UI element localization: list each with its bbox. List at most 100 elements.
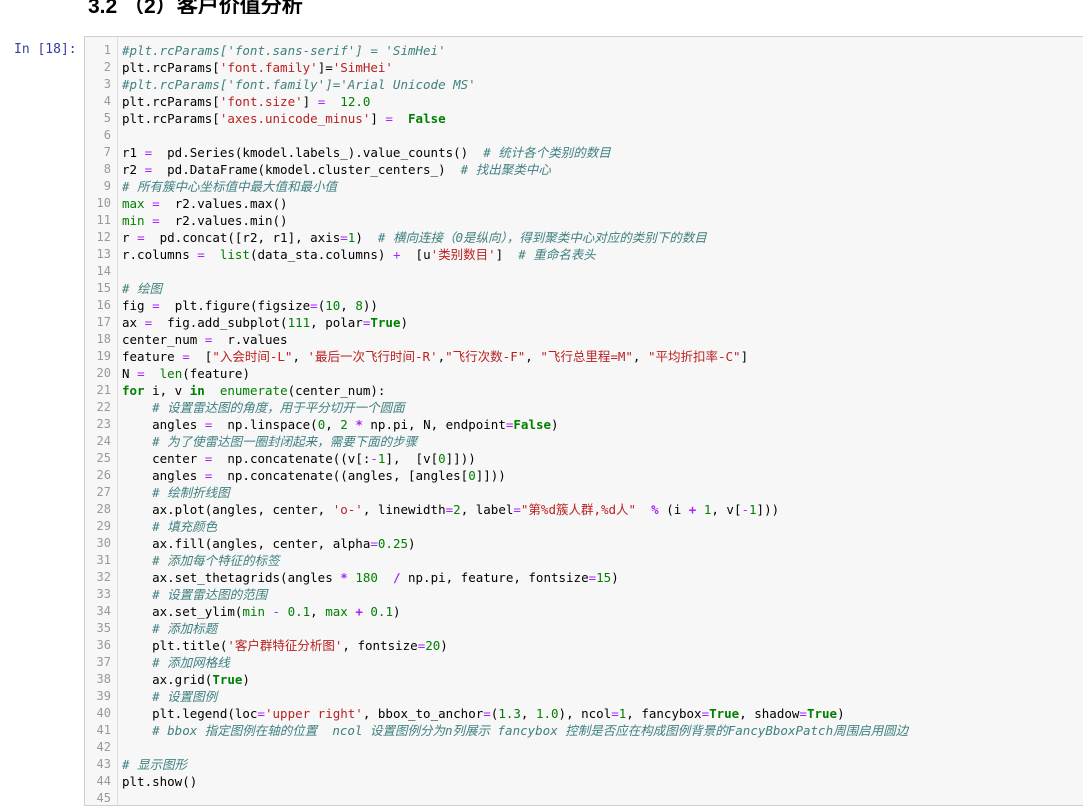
code-token: + — [392, 247, 401, 262]
code-token: 'upper right' — [265, 706, 363, 721]
code-line[interactable]: 39 # 设置图例 — [85, 688, 1083, 705]
code-token: plt.show() — [122, 774, 198, 789]
code-line[interactable]: 26 angles = np.concatenate((angles, [ang… — [85, 467, 1083, 484]
code-line[interactable]: 28 ax.plot(angles, center, 'o-', linewid… — [85, 501, 1083, 518]
line-number: 20 — [96, 366, 111, 380]
code-line[interactable]: 5 plt.rcParams['axes.unicode_minus'] = Fa… — [85, 110, 1083, 127]
code-line[interactable]: 23 angles = np.linspace(0, 2 * np.pi, N,… — [85, 416, 1083, 433]
code-line[interactable]: 13 r.columns = list(data_sta.columns) + [… — [85, 246, 1083, 263]
code-line[interactable]: 27 # 绘制折线图 — [85, 484, 1083, 501]
code-line[interactable]: 41 # bbox 指定图例在轴的位置 ncol 设置图例分为n列展示 fanc… — [85, 722, 1083, 739]
code-token: False — [408, 111, 446, 126]
code-line[interactable]: 34 ax.set_ylim(min - 0.1, max + 0.1) — [85, 603, 1083, 620]
code-line[interactable]: 36 plt.title('客户群特征分析图', fontsize=20) — [85, 637, 1083, 654]
code-token: in — [189, 383, 205, 398]
code-area[interactable]: 1 #plt.rcParams['font.sans-serif'] = 'Sim… — [85, 42, 1083, 805]
line-number: 19 — [96, 349, 111, 363]
code-line[interactable]: 6 — [85, 127, 1083, 144]
code-line[interactable]: 10 max = r2.values.max() — [85, 195, 1083, 212]
code-token: 2 — [453, 502, 461, 517]
code-line[interactable]: 30 ax.fill(angles, center, alpha=0.25) — [85, 535, 1083, 552]
code-token: , — [632, 349, 648, 364]
code-line[interactable]: 14 — [85, 263, 1083, 280]
code-token: ) — [242, 672, 250, 687]
code-token: % — [636, 502, 659, 517]
line-number: 18 — [96, 332, 111, 346]
line-number: 35 — [96, 621, 111, 635]
code-line[interactable]: 11 min = r2.values.min() — [85, 212, 1083, 229]
code-token: = — [137, 366, 145, 381]
code-line[interactable]: 35 # 添加标题 — [85, 620, 1083, 637]
code-token: 0.25 — [377, 536, 408, 551]
code-line[interactable]: 31 # 添加每个特征的标签 — [85, 552, 1083, 569]
code-text: plt.rcParams['font.family']='SimHei' — [122, 59, 393, 76]
line-number: 4 — [103, 94, 111, 108]
line-number: 41 — [96, 723, 111, 737]
code-text: ax.set_thetagrids(angles * 180 / np.pi, … — [122, 569, 619, 586]
code-text: ax.grid(True) — [122, 671, 250, 688]
code-line[interactable]: 25 center = np.concatenate((v[:-1], [v[0… — [85, 450, 1083, 467]
code-token: 'axes.unicode_minus' — [219, 111, 371, 126]
code-token: 'font.size' — [219, 94, 303, 109]
code-token: # 为了使雷达图一圈封闭起来，需要下面的步骤 — [152, 434, 418, 449]
code-token: for — [122, 383, 145, 398]
code-token: ]])) — [445, 451, 476, 466]
code-line[interactable]: 37 # 添加网格线 — [85, 654, 1083, 671]
cell-input-prompt: In [18]: — [14, 42, 77, 57]
code-token: # 添加网格线 — [152, 655, 230, 670]
code-line[interactable]: 40 plt.legend(loc='upper right', bbox_to… — [85, 705, 1083, 722]
code-text: #plt.rcParams['font.sans-serif'] = 'SimH… — [122, 42, 446, 59]
code-line[interactable]: 45 — [85, 790, 1083, 805]
code-token: 111 — [287, 315, 311, 330]
code-line[interactable]: 18 center_num = r.values — [85, 331, 1083, 348]
code-line[interactable]: 4 plt.rcParams['font.size'] = 12.0 — [85, 93, 1083, 110]
code-line[interactable]: 33 # 设置雷达图的范围 — [85, 586, 1083, 603]
code-line[interactable]: 22 # 设置雷达图的角度，用于平分切开一个圆面 — [85, 399, 1083, 416]
code-text: N = len(feature) — [122, 365, 250, 382]
code-line[interactable]: 42 — [85, 739, 1083, 756]
code-token: plt.rcParams[ — [122, 60, 220, 75]
code-line[interactable]: 8 r2 = pd.DataFrame(kmodel.cluster_center… — [85, 161, 1083, 178]
code-line[interactable]: 2 plt.rcParams['font.family']='SimHei' — [85, 59, 1083, 76]
code-line[interactable]: 38 ax.grid(True) — [85, 671, 1083, 688]
code-token: ]])) — [475, 468, 506, 483]
code-line[interactable]: 17 ax = fig.add_subplot(111, polar=True) — [85, 314, 1083, 331]
code-token: ) — [611, 570, 619, 585]
code-cell-editor[interactable]: 1 #plt.rcParams['font.sans-serif'] = 'Sim… — [84, 36, 1083, 806]
code-line[interactable]: 16 fig = plt.figure(figsize=(10, 8)) — [85, 297, 1083, 314]
code-line[interactable]: 19 feature = ["入会时间-L", '最后一次飞行时间-R',"飞行次… — [85, 348, 1083, 365]
code-line[interactable]: 32 ax.set_thetagrids(angles * 180 / np.p… — [85, 569, 1083, 586]
code-line[interactable]: 44 plt.show() — [85, 773, 1083, 790]
code-token: = — [182, 349, 190, 364]
code-token: [u — [400, 247, 431, 262]
line-number: 29 — [96, 519, 111, 533]
code-line[interactable]: 20 N = len(feature) — [85, 365, 1083, 382]
line-number: 2 — [103, 60, 111, 74]
code-token: enumerate — [219, 383, 288, 398]
code-line[interactable]: 15 # 绘图 — [85, 280, 1083, 297]
code-line[interactable]: 43 # 显示图形 — [85, 756, 1083, 773]
code-token: True — [709, 706, 740, 721]
code-line[interactable]: 7 r1 = pd.Series(kmodel.labels_).value_co… — [85, 144, 1083, 161]
code-token: ax.set_ylim( — [122, 604, 243, 619]
code-line[interactable]: 3 #plt.rcParams['font.family']='Arial Uni… — [85, 76, 1083, 93]
code-text: plt.title('客户群特征分析图', fontsize=20) — [122, 637, 448, 654]
code-line[interactable]: 21 for i, v in enumerate(center_num): — [85, 382, 1083, 399]
code-line[interactable]: 1 #plt.rcParams['font.sans-serif'] = 'Sim… — [85, 42, 1083, 59]
code-line[interactable]: 29 # 填充颜色 — [85, 518, 1083, 535]
code-text: # 绘制折线图 — [122, 484, 230, 501]
code-token: (feature) — [182, 366, 250, 381]
code-line[interactable]: 12 r = pd.concat([r2, r1], axis=1) # 横向连接… — [85, 229, 1083, 246]
code-text: # 为了使雷达图一圈封闭起来，需要下面的步骤 — [122, 433, 417, 450]
code-token: pd.concat([r2, r1], axis — [144, 230, 341, 245]
code-line[interactable]: 9 # 所有簇中心坐标值中最大值和最小值 — [85, 178, 1083, 195]
code-token: np.concatenate((v[: — [212, 451, 371, 466]
code-line[interactable]: 24 # 为了使雷达图一圈封闭起来，需要下面的步骤 — [85, 433, 1083, 450]
